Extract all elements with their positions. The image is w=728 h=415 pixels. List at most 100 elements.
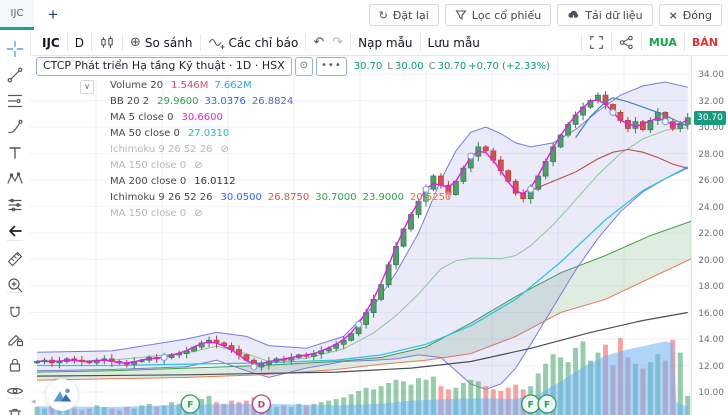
divider (122, 34, 123, 51)
tool-magnet[interactable] (4, 302, 26, 324)
xabcd-pattern-icon (7, 172, 23, 184)
tool-lock-all[interactable] (4, 354, 26, 376)
indicator-row[interactable]: BB 20 2 29.9600 33.0376 26.8824 (64, 94, 451, 110)
indicators-button[interactable]: Các chỉ báo (208, 35, 299, 50)
indicator-name: MA 150 close 0 (110, 208, 187, 219)
tool-trend-line[interactable] (4, 64, 26, 86)
indicator-name: MA 5 close 0 (110, 112, 174, 123)
indicator-name: MA 50 close 0 (110, 128, 180, 139)
ohlc-value: 30.70 (437, 61, 467, 72)
divider (419, 34, 421, 51)
indicator-row[interactable]: MA 150 close 0 ⊘ (64, 206, 451, 222)
divider (305, 34, 307, 51)
indicator-value: 1.546M (171, 80, 209, 91)
tab-ijc[interactable]: IJC (0, 0, 34, 30)
divider (610, 34, 612, 51)
svg-text:D: D (258, 401, 265, 411)
load-template-button[interactable]: Nạp mẫu (358, 36, 412, 50)
interval-button[interactable]: D (75, 36, 84, 50)
tool-measure-ruler[interactable] (4, 248, 26, 270)
reset-button[interactable]: ↻ Đặt lại (368, 4, 439, 26)
add-tab-button[interactable]: + (44, 2, 62, 28)
chart-legend-header: CTCP Phát triển Hạ tầng Kỹ thuật · 1D · … (36, 57, 550, 76)
indicator-row[interactable]: Ichimoku 9 26 52 26 ⊘ (64, 142, 451, 158)
eye-off-icon[interactable]: ⊘ (194, 208, 202, 219)
redo-button[interactable]: ↷ (332, 35, 343, 50)
indicator-row[interactable]: Ichimoku 9 26 52 26 30.0500 26.8750 30.7000… (64, 190, 451, 206)
more-options-icon[interactable]: ••• (316, 57, 347, 76)
tool-lock-drawing[interactable] (4, 328, 26, 350)
header-bar: IJC + ↻ Đặt lại Lọc cổ phiếu Tải dữ liệu… (0, 0, 728, 31)
fullscreen-icon (589, 36, 603, 49)
ruler-icon (7, 251, 23, 267)
tool-text[interactable] (4, 142, 26, 164)
divider (7, 292, 23, 293)
tool-xabcd-pattern[interactable] (4, 168, 26, 190)
toggle-visibility-eye-icon[interactable]: ⊙ (294, 57, 314, 76)
arrow-left-icon (9, 225, 22, 237)
indicator-row[interactable]: MA 150 close 0 ⊘ (64, 158, 451, 174)
scroll-left-arrow-icon[interactable]: ◂ (31, 397, 36, 407)
indicator-value: 30.0500 (220, 192, 262, 203)
ohlc-value: 30.00 (394, 61, 424, 72)
price-axis[interactable]: 34.00 32.00 30.00 28.00 26.00 24.00 22.00 20.00… (691, 56, 728, 415)
filter-stocks-button[interactable]: Lọc cổ phiếu (444, 4, 552, 26)
tool-crosshair-cursor[interactable] (4, 38, 26, 60)
close-icon: × (668, 8, 678, 22)
tab-label: IJC (10, 8, 24, 19)
indicator-value: 29.9600 (157, 96, 199, 107)
indicators-label: Các chỉ báo (228, 35, 299, 50)
symbol-button[interactable]: IJC (42, 36, 60, 50)
pencil-lock-icon (8, 334, 24, 347)
indicator-row[interactable]: MA 5 close 0 30.6600 (64, 110, 451, 126)
price-axis-tick: 20.00 (698, 255, 724, 266)
svg-text:F: F (187, 401, 193, 411)
trash-icon (8, 408, 22, 415)
indicator-value: 33.0376 (204, 96, 246, 107)
close-button[interactable]: × Đóng (658, 4, 722, 26)
share-button[interactable] (619, 35, 634, 50)
share-icon (619, 35, 633, 50)
eye-off-icon[interactable]: ⊘ (221, 144, 229, 155)
candles-icon (101, 35, 113, 48)
symbol-description[interactable]: CTCP Phát triển Hạ tầng Kỹ thuật · 1D · … (36, 57, 292, 76)
divider (580, 34, 582, 51)
price-axis-tick: 24.00 (698, 202, 724, 213)
indicator-row[interactable]: MA 200 close 0 16.0112 (64, 174, 451, 190)
tool-brush[interactable] (4, 116, 26, 138)
indicator-value: 30.6600 (181, 112, 223, 123)
indicator-value: 26.8824 (251, 96, 294, 107)
price-axis-tick: 12.00 (698, 361, 724, 372)
compare-label: So sánh (144, 35, 193, 50)
tool-long-position[interactable] (4, 194, 26, 216)
tool-remove-all[interactable] (4, 404, 26, 415)
indicator-value: 23.9000 (362, 192, 404, 203)
chart-area[interactable]: FDFF CTCP Phát triển Hạ tầng Kỹ thuật · … (30, 56, 692, 415)
trading-app: IJC + ↻ Đặt lại Lọc cổ phiếu Tải dữ liệu… (0, 0, 728, 415)
price-axis-tick: 16.00 (698, 308, 724, 319)
eye-off-icon[interactable]: ⊘ (194, 160, 202, 171)
indicator-name: Volume 20 (110, 80, 164, 91)
indicator-legend: ∨ Volume 20 1.546M 7.662M BB 20 2 29.9600 33.0… (64, 78, 451, 222)
price-axis-tick: 14.00 (698, 335, 724, 345)
tool-fib-retracement[interactable] (4, 90, 26, 112)
indicator-row[interactable]: ∨ Volume 20 1.546M 7.662M (64, 78, 451, 94)
indicator-value: 16.0112 (194, 176, 236, 187)
fullscreen-button[interactable] (589, 35, 604, 50)
sell-button[interactable]: BÁN (692, 36, 718, 49)
buy-button[interactable]: MUA (649, 36, 677, 49)
download-label: Tải dữ liệu (585, 8, 643, 22)
ohlc-readout: 30.70 L 30.00 C 30.70 +0.70 (+2.33%) (352, 61, 550, 72)
tool-hide-panel-arrow[interactable] (4, 220, 26, 242)
filter-icon (455, 9, 467, 21)
indicator-value: 20.5250 (409, 192, 452, 203)
price-axis-tick: 18.00 (698, 282, 724, 292)
undo-button[interactable]: ↶ (313, 35, 324, 50)
indicator-row[interactable]: MA 50 close 0 27.0310 (64, 126, 451, 142)
cloud-download-icon (567, 9, 580, 21)
compare-button[interactable]: ⊕ So sánh (130, 35, 193, 50)
collapse-chevron-icon[interactable]: ∨ (80, 80, 94, 94)
download-data-button[interactable]: Tải dữ liệu (557, 4, 653, 26)
save-template-button[interactable]: Lưu mẫu (428, 36, 480, 50)
chart-style-button[interactable] (99, 35, 115, 51)
